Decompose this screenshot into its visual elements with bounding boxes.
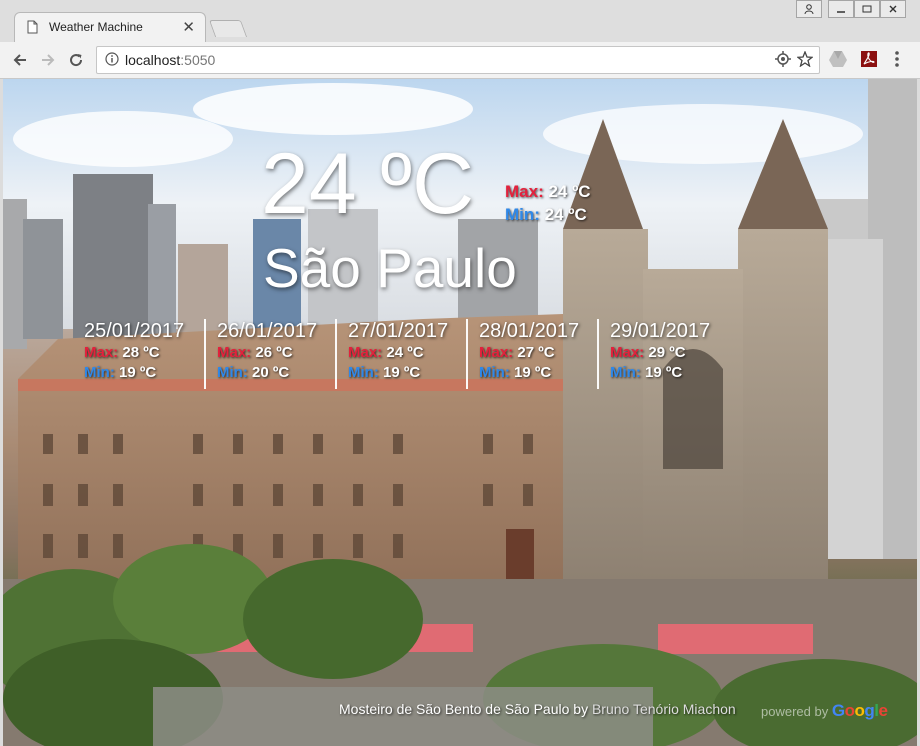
close-tab-icon[interactable]: ✕ (182, 18, 195, 36)
current-max-value: 24 ºC (548, 182, 591, 201)
forecast-date: 25/01/2017 (84, 320, 185, 342)
forecast-date: 26/01/2017 (217, 320, 318, 342)
location-target-icon[interactable] (775, 51, 791, 72)
forecast-min-value: 20 ºC (252, 363, 290, 381)
forecast-day: 27/01/2017 Max: 24 ºC Min: 19 ºC (335, 319, 466, 389)
forecast-min: Min: 19 ºC (84, 363, 204, 383)
url-port: :5050 (180, 52, 216, 68)
back-button[interactable] (8, 48, 32, 72)
user-icon (804, 4, 814, 14)
forecast-date: 28/01/2017 (479, 320, 580, 342)
arrow-left-icon (13, 54, 26, 66)
new-tab-button[interactable] (208, 20, 248, 37)
forecast-min-value: 19 ºC (383, 363, 421, 381)
min-label: Min: (479, 363, 510, 381)
forecast-max: Max: 26 ºC (217, 343, 335, 363)
forecast-max: Max: 28 ºC (84, 343, 204, 363)
photo-credit: Mosteiro de São Bento de São Paulo by Br… (339, 701, 736, 717)
forecast-max: Max: 27 ºC (479, 343, 597, 363)
pdf-extension-icon[interactable] (860, 50, 878, 73)
forecast-max: Max: 29 ºC (610, 343, 728, 363)
forecast-date: 29/01/2017 (610, 320, 711, 342)
forward-button[interactable] (36, 48, 60, 72)
powered-by-google: powered by Google (761, 701, 888, 721)
browser-tab-strip: Weather Machine ✕ (0, 0, 920, 43)
forecast-day: 28/01/2017 Max: 27 ºC Min: 19 ºC (466, 319, 597, 389)
minimize-icon (837, 11, 845, 13)
max-label: Max: (348, 344, 383, 361)
forecast-min-value: 19 ºC (645, 363, 683, 381)
photo-title: Mosteiro de São Bento de São Paulo (339, 701, 570, 717)
forecast-max-value: 28 ºC (122, 344, 160, 361)
forecast-min-value: 19 ºC (514, 363, 552, 381)
forecast-list: 25/01/2017 Max: 28 ºC Min: 19 ºC 26/01/2… (73, 319, 728, 389)
current-temp-range: Max: 24 ºC Min: 24 ºC (505, 181, 591, 227)
photo-by: by (573, 701, 589, 717)
forecast-day: 29/01/2017 Max: 29 ºC Min: 19 ºC (597, 319, 728, 389)
forecast-max: Max: 24 ºC (348, 343, 466, 363)
maximize-button[interactable] (854, 0, 880, 18)
url-host: localhost (125, 52, 181, 68)
powered-by-text: powered by (761, 704, 829, 719)
url-text: localhost:5050 (125, 52, 215, 68)
forecast-max-value: 29 ºC (648, 344, 686, 361)
forecast-min: Min: 19 ºC (348, 363, 466, 383)
city-name: São Paulo (263, 237, 517, 299)
forecast-min: Min: 19 ºC (610, 363, 728, 383)
min-label: Min: (84, 363, 115, 381)
browser-tab[interactable]: Weather Machine ✕ (14, 12, 206, 43)
address-bar[interactable]: localhost:5050 (96, 46, 820, 74)
close-window-button[interactable] (880, 0, 906, 18)
current-min-value: 24 ºC (544, 204, 587, 224)
forecast-max-value: 24 ºC (386, 344, 424, 361)
forecast-date: 27/01/2017 (348, 320, 449, 342)
current-min: Min: 24 ºC (505, 204, 591, 227)
min-label: Min: (348, 363, 379, 381)
max-label: Max: (84, 344, 119, 361)
forecast-min-value: 19 ºC (119, 363, 157, 381)
photo-author-link[interactable]: Bruno Tenório Miachon (592, 701, 736, 717)
bookmark-star-icon[interactable] (796, 50, 814, 72)
forecast-day: 26/01/2017 Max: 26 ºC Min: 20 ºC (204, 319, 335, 389)
drive-extension-icon[interactable] (828, 50, 848, 73)
arrow-right-icon (42, 54, 55, 66)
current-temperature: 24 ºC (261, 136, 475, 232)
reload-icon (70, 54, 83, 67)
close-icon (889, 5, 897, 13)
min-label: Min: (610, 363, 641, 381)
tab-title: Weather Machine (49, 20, 143, 34)
current-max: Max: 24 ºC (505, 181, 591, 204)
forecast-max-value: 27 ºC (517, 344, 555, 361)
forecast-max-value: 26 ºC (255, 344, 293, 361)
browser-toolbar: localhost:5050 (0, 42, 920, 79)
minimize-button[interactable] (828, 0, 854, 18)
max-label: Max: (610, 344, 645, 361)
min-label: Min: (505, 204, 540, 224)
page-viewport: 24 ºC Max: 24 ºC Min: 24 ºC São Paulo 25… (3, 79, 917, 746)
info-icon[interactable] (105, 52, 119, 71)
max-label: Max: (217, 344, 252, 361)
document-icon (27, 20, 38, 39)
max-label: Max: (479, 344, 514, 361)
user-profile-button[interactable] (796, 0, 822, 18)
maximize-icon (862, 5, 872, 13)
forecast-day: 25/01/2017 Max: 28 ºC Min: 19 ºC (73, 319, 204, 389)
min-label: Min: (217, 363, 248, 381)
menu-kebab-icon[interactable] (894, 50, 900, 73)
forecast-min: Min: 19 ºC (479, 363, 597, 383)
google-logo: Google (831, 701, 888, 720)
forecast-min: Min: 20 ºC (217, 363, 335, 383)
reload-button[interactable] (64, 48, 88, 72)
max-label: Max: (505, 182, 544, 201)
